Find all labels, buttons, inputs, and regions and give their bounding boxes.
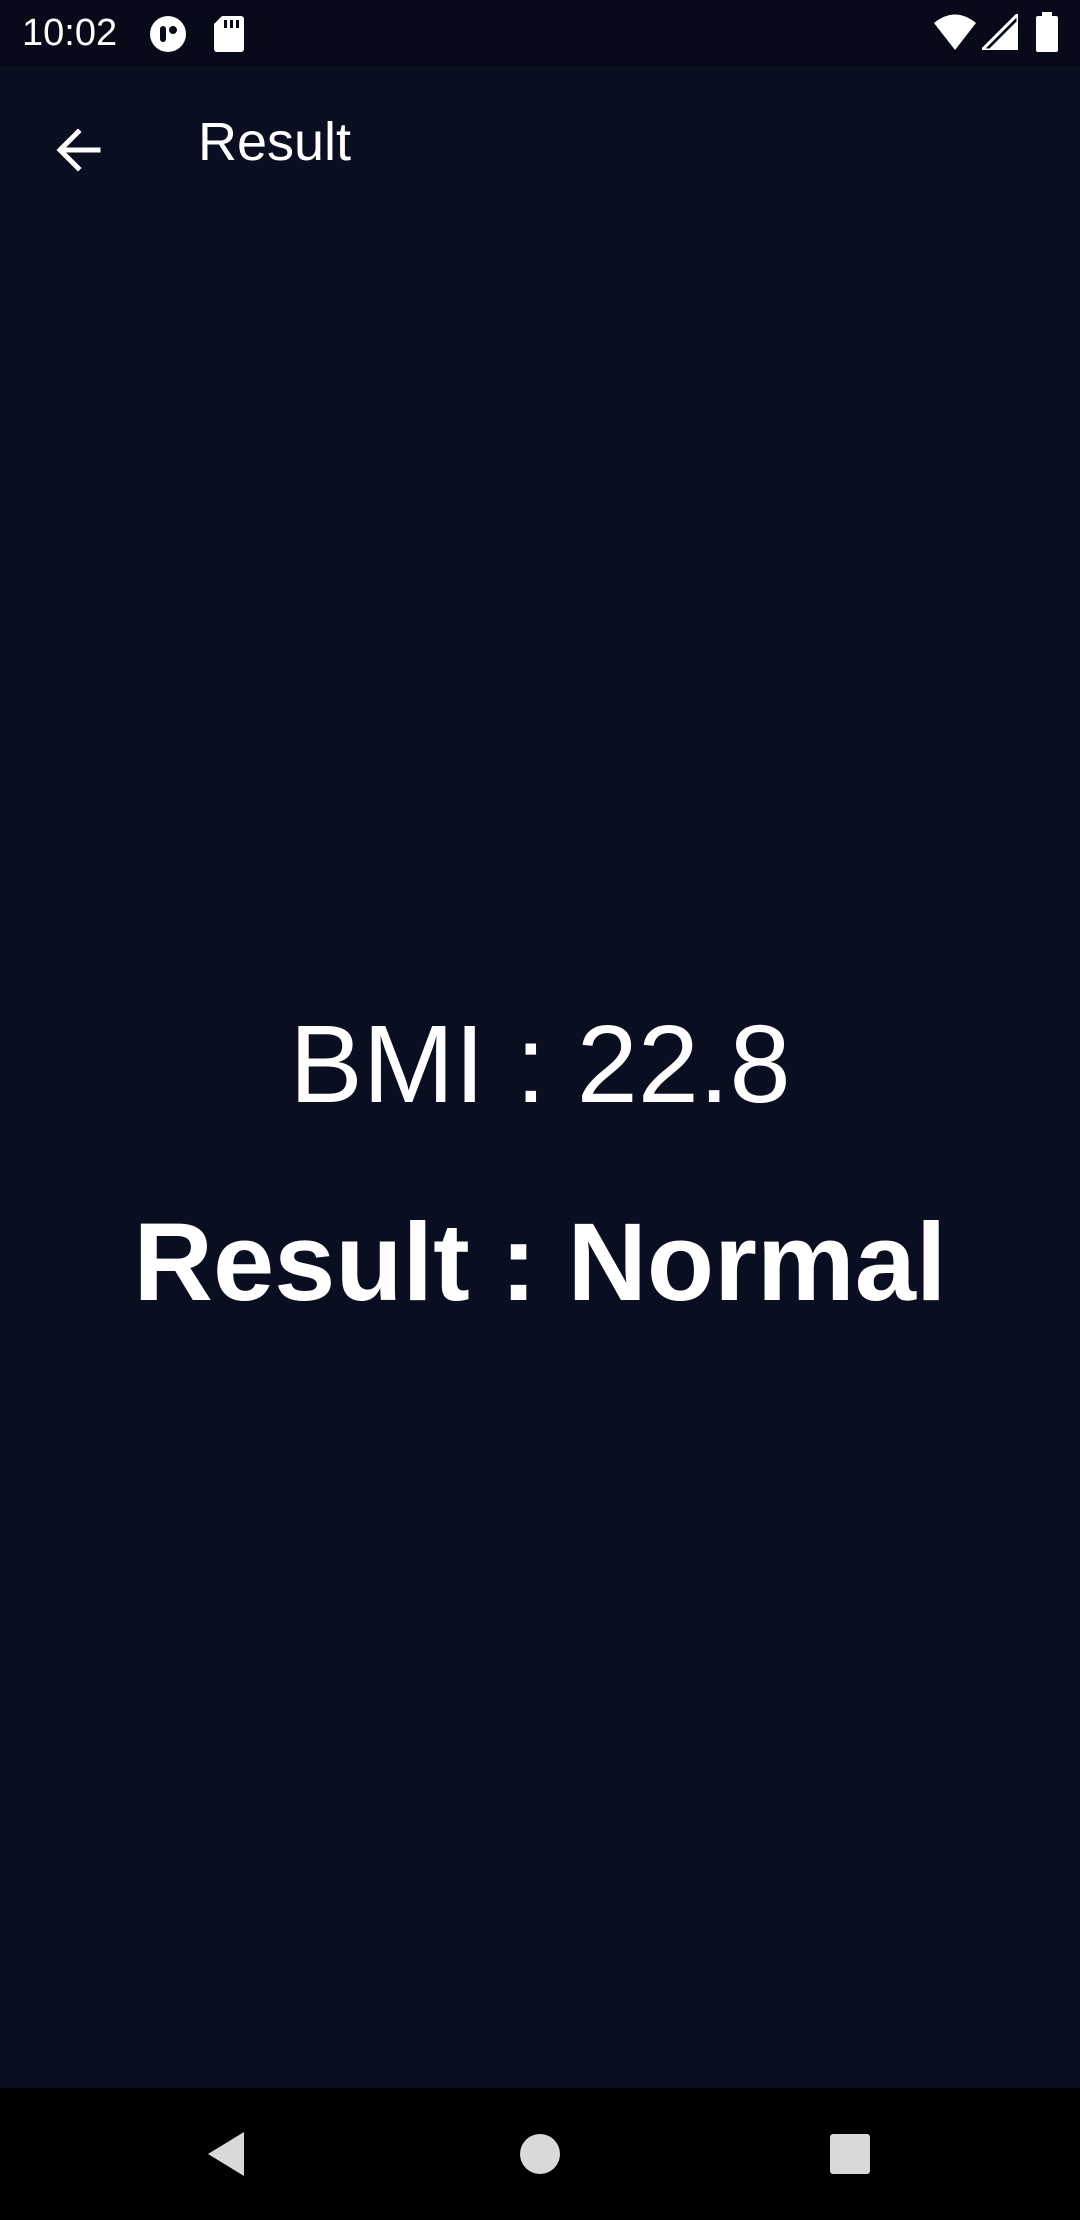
result-screen: 10:02 Result BMI: 22.8 Result: Normal	[0, 0, 1080, 2220]
bmi-result-text: Result : Normal	[133, 1201, 947, 1324]
nav-home-button[interactable]	[498, 2112, 582, 2196]
status-time: 10:02	[22, 12, 118, 54]
battery-icon	[1036, 12, 1058, 52]
home-circle-icon	[520, 2134, 560, 2174]
page-title: Result	[198, 112, 352, 172]
nav-back-button[interactable]	[184, 2112, 268, 2196]
sd-card-icon	[214, 16, 244, 52]
result-content: BMI : 22.8 Result : Normal	[0, 222, 1080, 2088]
signal-icon	[982, 14, 1018, 50]
arrow-back-icon	[56, 128, 101, 172]
nav-recents-button[interactable]	[808, 2112, 892, 2196]
bmi-value-text: BMI : 22.8	[289, 1003, 791, 1126]
notification-app-icon	[150, 16, 186, 52]
app-bar: Result	[0, 66, 1080, 222]
status-bar: 10:02	[0, 0, 1080, 66]
wifi-icon	[934, 14, 976, 50]
recents-square-icon	[830, 2134, 870, 2174]
back-button[interactable]	[36, 108, 120, 192]
navigation-bar	[0, 2088, 1080, 2220]
back-triangle-icon	[208, 2132, 244, 2176]
